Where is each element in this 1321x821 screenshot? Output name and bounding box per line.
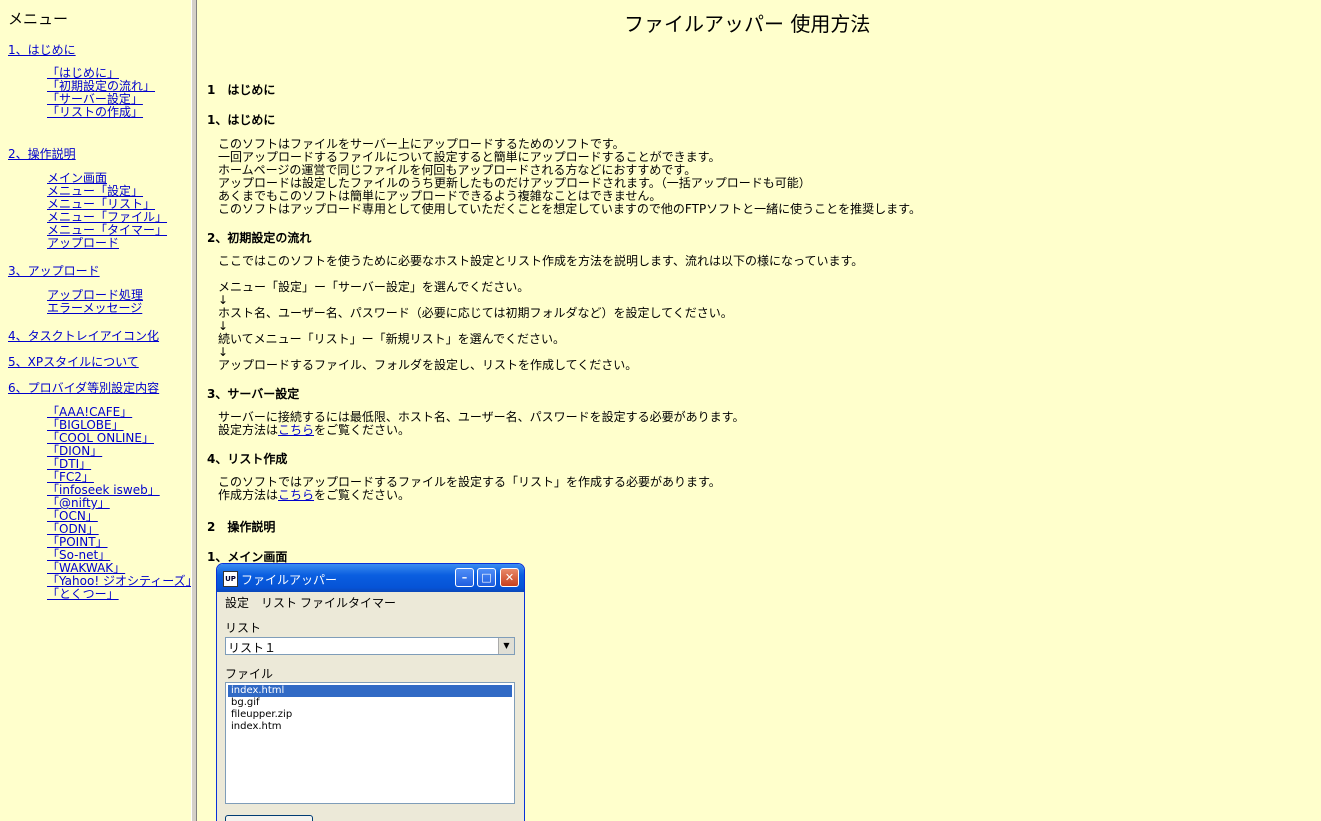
menu-item-error-messages[interactable]: エラーメッセージ — [47, 302, 143, 315]
list-item: bg.gif — [231, 697, 260, 708]
menu-upload-items: アップロード処理 エラーメッセージ — [47, 289, 143, 315]
menu-section-upload[interactable]: 3、アップロード — [8, 262, 100, 279]
section-heading: 4、リスト作成 — [207, 452, 288, 466]
list-dropdown-value: リスト１ — [228, 641, 277, 655]
menu-section-intro[interactable]: 1、はじめに — [8, 41, 76, 58]
section-heading: 1、はじめに — [207, 113, 276, 127]
server-paragraph: サーバーに接続するには最低限、ホスト名、ユーザー名、パスワードを設定する必要があ… — [218, 411, 744, 437]
provider-link[interactable]: 「とくつー」 — [47, 588, 191, 601]
list-item: fileupper.zip — [231, 709, 293, 720]
menu-operation-items: メイン画面 メニュー「設定」 メニュー「リスト」 メニュー「ファイル」 メニュー… — [47, 172, 167, 250]
menu-section-operation[interactable]: 2、操作説明 — [8, 145, 76, 162]
maximize-icon: □ — [477, 568, 496, 587]
section-heading: 2、初期設定の流れ — [207, 231, 312, 245]
list-label: リスト — [225, 621, 262, 635]
menu-section-providers[interactable]: 6、プロバイダ等別設定内容 — [8, 379, 159, 396]
list-creation-link[interactable]: こちら — [278, 488, 314, 502]
window-title: ファイルアッパー — [241, 573, 338, 587]
window-button — [225, 815, 313, 821]
app-screenshot-window: UP ファイルアッパー – □ ✕ 設定 リスト ファイル タイマー リスト リ… — [216, 563, 525, 821]
section-heading: 3、サーバー設定 — [207, 387, 300, 401]
menu-title: メニュー — [8, 10, 69, 28]
sidebar-menu: メニュー 1、はじめに 「はじめに」 「初期設定の流れ」 「サーバー設定」 「リ… — [0, 0, 191, 821]
text-line: このソフトはアップロード専用として使用していただくことを想定していますので他のF… — [218, 202, 921, 216]
menu-section-xp-style[interactable]: 5、XPスタイルについて — [8, 353, 139, 370]
text: をご覧ください。 — [314, 423, 411, 437]
minimize-icon: – — [455, 568, 474, 587]
file-label: ファイル — [225, 667, 274, 681]
text: 作成方法は — [218, 488, 279, 502]
menu-settings: 設定 — [225, 596, 250, 610]
list-paragraph: このソフトではアップロードするファイルを設定する「リスト」を作成する必要がありま… — [218, 476, 721, 502]
text-line: 作成方法はこちらをご覧ください。 — [218, 489, 721, 502]
menu-timer: タイマー — [348, 596, 397, 610]
menu-intro-items: 「はじめに」 「初期設定の流れ」 「サーバー設定」 「リストの作成」 — [47, 67, 155, 119]
list-item: index.htm — [231, 721, 282, 732]
list-dropdown: リスト１ ▼ — [225, 637, 515, 655]
app-icon: UP — [223, 571, 238, 587]
intro-paragraph: このソフトはファイルをサーバー上にアップロードするためのソフトです。 一回アップ… — [218, 138, 921, 216]
text-line: メニュー「設定」ー「サーバー設定」を選んでください。 — [218, 280, 530, 294]
list-item: index.html — [228, 685, 512, 697]
main-content: ファイルアッパー 使用方法 1 はじめに 1、はじめに このソフトはファイルをサ… — [197, 0, 1321, 821]
text-line: ホスト名、ユーザー名、パスワード（必要に応じては初期フォルダなど）を設定してくだ… — [218, 306, 733, 320]
menu-list: リスト — [261, 596, 298, 610]
text-line: 続いてメニュー「リスト」ー「新規リスト」を選んでください。 — [218, 332, 566, 346]
flow-steps: メニュー「設定」ー「サーバー設定」を選んでください。 ↓ ホスト名、ユーザー名、… — [218, 281, 733, 372]
page-title: ファイルアッパー 使用方法 — [624, 12, 871, 36]
text-line: アップロードするファイル、フォルダを設定し、リストを作成してください。 — [218, 358, 638, 372]
menu-section-tasktray[interactable]: 4、タスクトレイアイコン化 — [8, 327, 159, 344]
server-settings-link[interactable]: こちら — [278, 423, 314, 437]
menu-item-create-list[interactable]: 「リストの作成」 — [47, 106, 155, 119]
chevron-down-icon: ▼ — [498, 638, 514, 654]
menu-item-upload[interactable]: アップロード — [47, 237, 167, 250]
text: 設定方法は — [218, 423, 279, 437]
window-titlebar: UP ファイルアッパー – □ ✕ — [217, 564, 524, 592]
close-icon: ✕ — [500, 568, 519, 587]
file-listbox: index.html bg.gif fileupper.zip index.ht… — [225, 682, 515, 804]
flow-intro: ここではこのソフトを使うために必要なホスト設定とリスト作成を方法を説明します、流… — [218, 254, 864, 268]
text-line: 設定方法はこちらをご覧ください。 — [218, 424, 744, 437]
menu-file: ファイル — [300, 596, 349, 610]
menu-provider-items: 「AAA!CAFE」 「BIGLOBE」 「COOL ONLINE」 「DION… — [47, 406, 191, 601]
text: をご覧ください。 — [314, 488, 411, 502]
chapter-heading: 1 はじめに — [207, 83, 276, 97]
chapter-heading: 2 操作説明 — [207, 520, 276, 534]
